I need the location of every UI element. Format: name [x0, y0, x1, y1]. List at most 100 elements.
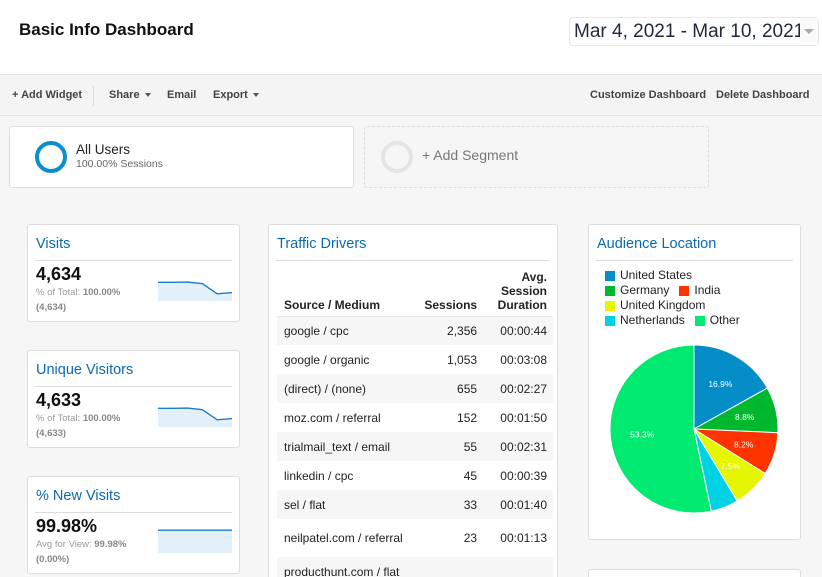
share-button[interactable]: Share [109, 89, 151, 101]
source-cell[interactable]: trialmail_text / email [277, 432, 412, 461]
segment-subtitle: 100.00% Sessions [76, 158, 163, 170]
email-button[interactable]: Email [167, 89, 196, 101]
widget-title[interactable]: Traffic Drivers [277, 236, 366, 252]
segment-name: All Users [76, 142, 131, 157]
duration-cell-text: 00:02:27 [500, 381, 547, 396]
source-cell[interactable]: google / organic [277, 345, 412, 374]
column-header-source[interactable]: Source / Medium [277, 268, 412, 316]
metric-total: (0.00%) [36, 554, 70, 565]
legend-item[interactable]: Other [694, 313, 740, 328]
widget-audience-location: Audience Location United States Germany In… [588, 224, 801, 540]
table-row: producthunt.com / flat [277, 557, 553, 577]
column-header-sessions[interactable]: Sessions [412, 268, 483, 316]
date-range-text: Mar 4, 2021 - Mar 10, 2021 [574, 20, 805, 42]
table-row: trialmail_text / email 55 00:02:31 [277, 432, 553, 461]
duration-cell: 00:02:31 [483, 432, 553, 461]
source-cell-text[interactable]: producthunt.com / flat [284, 565, 406, 577]
source-cell-text[interactable]: google / organic [284, 353, 406, 367]
comparison-label: % of Total: [36, 287, 81, 298]
duration-cell-text: 00:01:13 [500, 530, 547, 545]
source-cell[interactable]: linkedin / cpc [277, 461, 412, 490]
divider [35, 512, 232, 513]
segment-all-users[interactable]: All Users 100.00% Sessions [9, 126, 354, 188]
duration-cell-text: 00:01:50 [500, 410, 547, 425]
legend-item[interactable]: India [679, 283, 720, 298]
widget-title[interactable]: Audience Location [597, 236, 716, 252]
source-cell-text[interactable]: trialmail_text / email [284, 440, 406, 454]
add-widget-button[interactable]: + Add Widget [12, 89, 82, 101]
legend-row: United Kingdom [605, 298, 740, 313]
metric-value: 4,633 [36, 390, 82, 410]
date-range-picker[interactable]: Mar 4, 2021 - Mar 10, 2021 [569, 17, 819, 46]
sessions-cell-text: 655 [457, 381, 478, 396]
sessions-cell: 655 [412, 374, 484, 403]
legend-swatch [694, 315, 705, 326]
sessions-cell-text: 33 [463, 497, 478, 512]
sessions-cell: 2,356 [412, 316, 484, 345]
source-cell[interactable]: (direct) / (none) [277, 374, 412, 403]
source-cell-text[interactable]: neilpatel.com / referral [284, 531, 406, 545]
chart-legend: United States Germany India United Kingdom N… [605, 268, 740, 328]
duration-cell-text: 00:00:44 [500, 323, 547, 338]
toolbar-divider [93, 86, 94, 106]
widget-unique-visitors: Unique Visitors 4,633 % of Total: 100.00… [27, 350, 240, 448]
metric-comparison: % of Total: 100.00% [36, 287, 120, 298]
widget-new-visits: % New Visits 99.98% Avg for View: 99.98%… [27, 476, 240, 574]
sparkline-area [158, 530, 232, 553]
source-cell-text[interactable]: linkedin / cpc [284, 469, 406, 483]
duration-cell: 00:01:13 [483, 519, 553, 557]
empty-segment-ring-icon [381, 141, 413, 173]
sessions-cell-text: 152 [457, 410, 478, 425]
legend-item[interactable]: United States [605, 268, 692, 283]
add-widget-label: + Add Widget [12, 89, 83, 101]
source-cell-text[interactable]: (direct) / (none) [284, 382, 406, 396]
widget-visits: Visits 4,634 % of Total: 100.00% (4,634) [27, 224, 240, 322]
legend-label: Germany [620, 283, 670, 297]
duration-cell: 00:03:08 [483, 345, 553, 374]
source-cell[interactable]: sel / flat [277, 490, 412, 519]
source-cell[interactable]: neilpatel.com / referral [277, 519, 412, 557]
source-cell-text[interactable]: moz.com / referral [284, 411, 406, 425]
source-cell[interactable]: producthunt.com / flat [277, 557, 412, 577]
duration-cell-text: 00:02:31 [500, 439, 547, 454]
legend-item[interactable]: United Kingdom [605, 298, 705, 313]
comparison-value: 100.00% [82, 413, 121, 424]
divider [276, 260, 550, 261]
export-label: Export [213, 89, 248, 101]
customize-dashboard-button[interactable]: Customize Dashboard [590, 89, 706, 101]
export-button[interactable]: Export [213, 89, 259, 101]
table-header-row: Source / Medium Sessions Avg. Session Du… [277, 268, 553, 316]
legend-item[interactable]: Germany [605, 283, 669, 298]
sessions-cell: 55 [412, 432, 484, 461]
date-range-dropdown-button[interactable] [800, 18, 818, 45]
legend-item[interactable]: Netherlands [605, 313, 685, 328]
source-cell-text[interactable]: sel / flat [284, 498, 406, 512]
metric-total: (4,633) [36, 428, 67, 439]
source-cell[interactable]: moz.com / referral [277, 403, 412, 432]
sessions-cell: 152 [412, 403, 483, 432]
widget-title[interactable]: Visits [36, 236, 70, 252]
column-header-duration[interactable]: Avg. Session Duration [483, 268, 553, 316]
add-segment-button[interactable]: + Add Segment [364, 126, 709, 188]
duration-cell: 00:02:27 [483, 374, 553, 403]
pie-data-label: 53.3% [630, 429, 655, 439]
delete-dashboard-button[interactable]: Delete Dashboard [716, 89, 810, 101]
source-cell[interactable]: google / cpc [277, 316, 412, 345]
legend-swatch [605, 270, 615, 281]
pie-chart: 16.9% 8.8% 8.2% 7.5% 53.3% [609, 344, 779, 514]
legend-row: Germany India [605, 283, 740, 298]
duration-cell: 00:01:50 [483, 403, 553, 432]
widget-traffic-drivers: Traffic Drivers Source / Medium Sessions… [268, 224, 558, 577]
widget-title[interactable]: Unique Visitors [36, 362, 133, 378]
sessions-cell [412, 557, 484, 577]
duration-cell-text: 00:00:39 [500, 468, 547, 483]
legend-swatch [605, 285, 615, 296]
table-row: (direct) / (none) 655 00:02:27 [277, 374, 553, 403]
widget-title[interactable]: % New Visits [36, 488, 120, 504]
sessions-cell-text: 1,053 [447, 352, 478, 367]
add-segment-label: + Add Segment [422, 147, 519, 163]
source-cell-text[interactable]: google / cpc [284, 324, 406, 338]
legend-label: United States [620, 268, 693, 282]
sparkline-area [158, 408, 232, 427]
share-label: Share [109, 89, 140, 101]
